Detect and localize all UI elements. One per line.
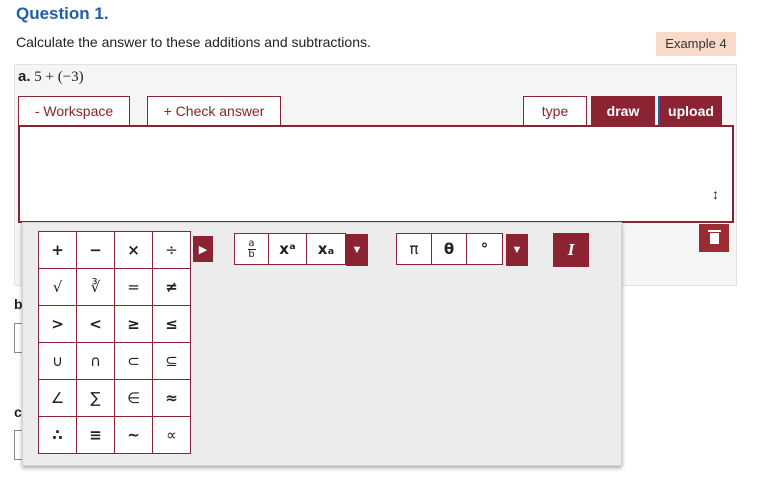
key-sqrt[interactable]: √ (39, 269, 77, 306)
key-degree[interactable]: ° (467, 234, 502, 264)
part-c-label: c (14, 404, 22, 420)
key-element-of[interactable]: ∈ (115, 380, 153, 417)
key-less-equal[interactable]: ≤ (153, 306, 191, 343)
key-sum[interactable]: ∑ (77, 380, 115, 417)
key-congruent[interactable]: ≡ (77, 417, 115, 454)
key-union[interactable]: ∪ (39, 343, 77, 380)
question-instructions: Calculate the answer to these additions … (16, 34, 371, 50)
type-mode-button[interactable]: type (523, 96, 587, 126)
italic-button[interactable]: I (553, 233, 589, 267)
format-dropdown-button[interactable]: ▼ (346, 234, 368, 266)
part-letter: a. (18, 68, 31, 85)
key-subset-equal[interactable]: ⊆ (153, 343, 191, 380)
key-approx[interactable]: ≈ (153, 380, 191, 417)
part-expression: 5 + (−3) (34, 69, 84, 85)
check-answer-button[interactable]: + Check answer (147, 96, 281, 126)
trash-icon (707, 229, 721, 244)
key-greater-equal[interactable]: ≥ (115, 306, 153, 343)
part-a-label: a. 5 + (−3) (18, 68, 84, 86)
greek-key-row: π θ ° (396, 233, 503, 265)
trash-button[interactable] (699, 224, 729, 252)
key-divide[interactable]: ÷ (153, 232, 191, 269)
question-title: Question 1. (16, 4, 109, 23)
key-subscript[interactable]: xₐ (307, 234, 345, 264)
key-equals[interactable]: = (115, 269, 153, 306)
expand-symbols-button[interactable]: ▶ (193, 236, 213, 262)
symbol-key-grid: + − × ÷ √ ∛ = ≠ > < ≥ ≤ ∪ ∩ ⊂ ⊆ ∠ ∑ ∈ ≈ … (38, 231, 191, 454)
key-long-division[interactable]: ∛ (77, 269, 115, 306)
key-pi[interactable]: π (397, 234, 432, 264)
key-therefore[interactable]: ∴ (39, 417, 77, 454)
key-greater-than[interactable]: > (39, 306, 77, 343)
key-times[interactable]: × (115, 232, 153, 269)
fraction-numerator: a (248, 237, 255, 249)
key-minus[interactable]: − (77, 232, 115, 269)
key-proportional[interactable]: ∝ (153, 417, 191, 454)
key-superscript[interactable]: xᵃ (269, 234, 307, 264)
upload-mode-button[interactable]: upload (658, 96, 722, 126)
resize-vertical-icon[interactable]: ↕ (712, 186, 719, 202)
key-not-equal[interactable]: ≠ (153, 269, 191, 306)
key-intersection[interactable]: ∩ (77, 343, 115, 380)
fraction-icon: a b (247, 237, 256, 260)
key-tilde[interactable]: ~ (115, 417, 153, 454)
fraction-denominator: b (248, 248, 255, 260)
key-subset[interactable]: ⊂ (115, 343, 153, 380)
key-angle[interactable]: ∠ (39, 380, 77, 417)
workspace-toggle-button[interactable]: - Workspace (18, 96, 130, 126)
greek-dropdown-button[interactable]: ▼ (506, 234, 528, 266)
workspace-input-area[interactable] (18, 125, 734, 223)
example-badge[interactable]: Example 4 (656, 32, 736, 56)
key-less-than[interactable]: < (77, 306, 115, 343)
key-theta[interactable]: θ (432, 234, 467, 264)
format-key-row: a b xᵃ xₐ (234, 233, 346, 265)
key-fraction[interactable]: a b (235, 234, 269, 264)
draw-mode-button[interactable]: draw (591, 96, 655, 126)
math-keypad: + − × ÷ √ ∛ = ≠ > < ≥ ≤ ∪ ∩ ⊂ ⊆ ∠ ∑ ∈ ≈ … (22, 222, 622, 466)
key-plus[interactable]: + (39, 232, 77, 269)
